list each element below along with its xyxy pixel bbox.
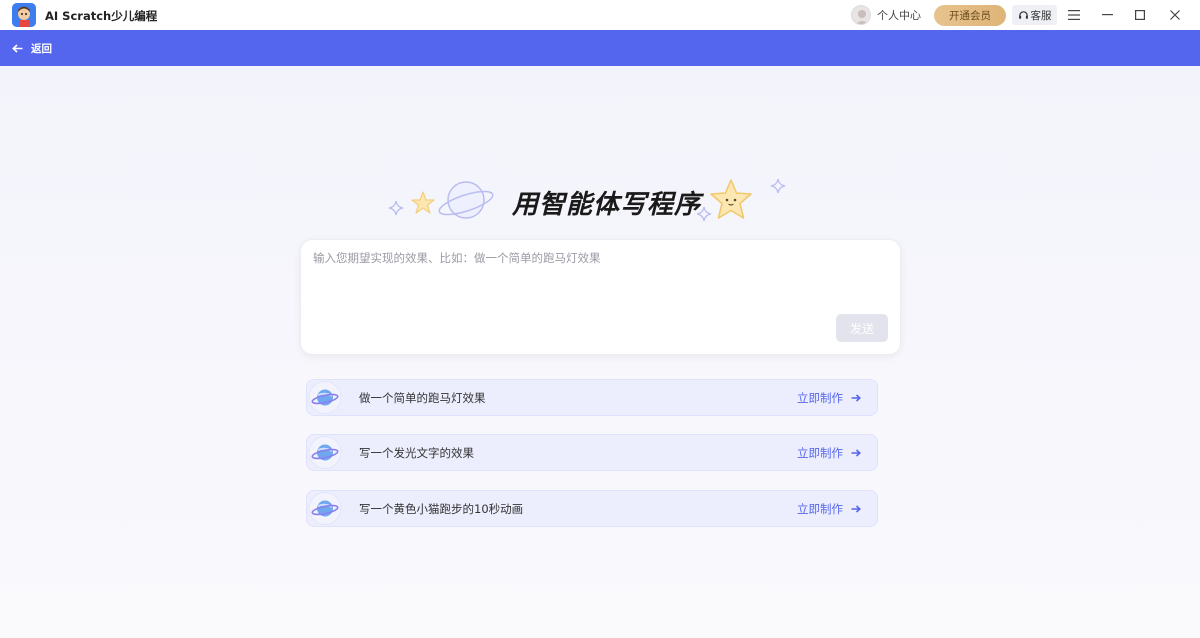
make-now-button[interactable]: 立即制作 xyxy=(797,501,861,517)
suggestion-item[interactable]: 写一个黄色小猫跑步的10秒动画 立即制作 xyxy=(306,490,878,527)
maximize-icon xyxy=(1135,10,1145,20)
customer-service-button[interactable]: 客服 xyxy=(1012,5,1057,25)
arrow-left-icon xyxy=(12,43,23,53)
avatar-icon xyxy=(851,5,871,25)
make-now-button[interactable]: 立即制作 xyxy=(797,390,861,406)
minimize-button[interactable] xyxy=(1097,5,1117,25)
title-bar: AI Scratch少儿编程 个人中心 开通会员 客服 xyxy=(0,0,1200,30)
nav-bar: 返回 xyxy=(0,30,1200,66)
close-button[interactable] xyxy=(1165,5,1185,25)
make-now-label: 立即制作 xyxy=(797,391,843,405)
app-title: AI Scratch少儿编程 xyxy=(45,9,158,23)
maximize-button[interactable] xyxy=(1130,5,1150,25)
suggestion-text: 写一个发光文字的效果 xyxy=(359,446,474,460)
planet-icon xyxy=(308,436,342,469)
sparkle-icon xyxy=(388,200,404,216)
close-icon xyxy=(1170,10,1180,20)
main-area: 用智能体写程序 发送 做一个简单的跑马灯效果 立即制作 xyxy=(0,66,1200,638)
customer-service-label: 客服 xyxy=(1030,9,1052,22)
make-now-label: 立即制作 xyxy=(797,502,843,516)
prompt-card: 发送 xyxy=(300,239,901,355)
send-label: 发送 xyxy=(849,321,874,336)
open-vip-label: 开通会员 xyxy=(949,10,991,22)
user-center-button[interactable]: 个人中心 xyxy=(851,5,921,25)
minimize-icon xyxy=(1101,14,1113,16)
smiling-star-icon xyxy=(710,179,752,219)
app-logo-icon xyxy=(12,3,36,27)
suggestion-text: 做一个简单的跑马灯效果 xyxy=(359,391,486,405)
arrow-right-icon xyxy=(851,394,861,402)
send-button[interactable]: 发送 xyxy=(836,314,888,342)
hero-title: 用智能体写程序 xyxy=(512,190,702,220)
suggestion-item[interactable]: 写一个发光文字的效果 立即制作 xyxy=(306,434,878,471)
suggestion-text: 写一个黄色小猫跑步的10秒动画 xyxy=(359,502,524,516)
menu-icon xyxy=(1068,10,1080,20)
sparkle-icon xyxy=(770,178,786,194)
planet-icon xyxy=(308,381,342,414)
back-button[interactable]: 返回 xyxy=(12,40,52,56)
make-now-button[interactable]: 立即制作 xyxy=(797,445,861,461)
arrow-right-icon xyxy=(851,505,861,513)
open-vip-button[interactable]: 开通会员 xyxy=(934,5,1006,26)
back-label: 返回 xyxy=(31,42,52,55)
star-outline-icon xyxy=(411,191,435,214)
arrow-right-icon xyxy=(851,449,861,457)
planet-outline-icon xyxy=(438,181,494,219)
suggestion-item[interactable]: 做一个简单的跑马灯效果 立即制作 xyxy=(306,379,878,416)
user-center-label: 个人中心 xyxy=(877,9,921,22)
make-now-label: 立即制作 xyxy=(797,446,843,460)
menu-button[interactable] xyxy=(1064,5,1084,25)
planet-icon xyxy=(308,492,342,525)
prompt-input[interactable] xyxy=(313,250,889,310)
headset-icon xyxy=(1018,10,1028,19)
